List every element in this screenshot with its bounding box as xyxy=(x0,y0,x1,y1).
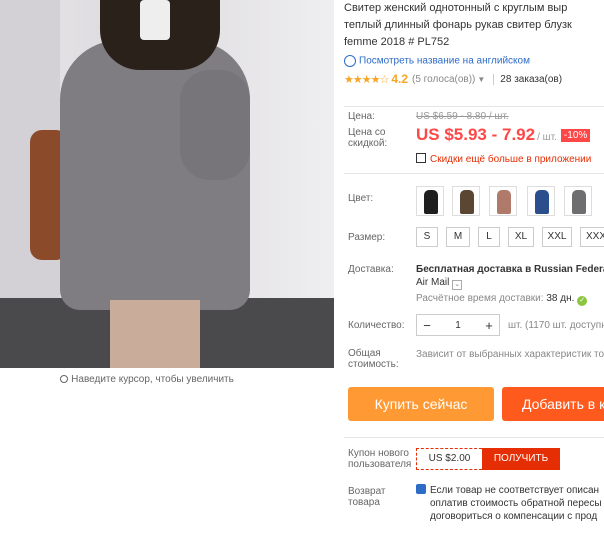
price-value: US $5.93 - 7.92 xyxy=(416,125,536,144)
app-discount-text[interactable]: Скидки ещё больше в приложении xyxy=(430,154,591,165)
eta-value: 38 дн. xyxy=(546,293,575,304)
swatch-fill xyxy=(424,190,438,214)
magnifier-icon xyxy=(60,375,69,383)
discount-price: US $5.93 - 7.92/ шт. -10% xyxy=(416,125,591,145)
product-info: Свитер женский однотонный с круглым выр … xyxy=(344,0,604,534)
color-swatch[interactable] xyxy=(489,186,517,216)
get-coupon-button[interactable]: ПОЛУЧИТЬ xyxy=(482,448,560,470)
returns-line: договориться о компенсации с прод xyxy=(430,511,598,522)
title-line: Свитер женский однотонный с круглым выр xyxy=(344,2,568,14)
rating-row: ★★★★☆ 4.2 (5 голоса(ов)) ▼ 28 заказа(ов) xyxy=(344,70,604,88)
product-image[interactable] xyxy=(0,0,334,368)
shipping-main-text[interactable]: Бесплатная доставка в Russian Federa xyxy=(416,264,604,275)
shipping-carrier-text: Air Mail xyxy=(416,277,450,288)
divider xyxy=(344,437,604,438)
add-to-cart-button[interactable]: Добавить в к xyxy=(502,387,604,421)
swatch-fill xyxy=(460,190,474,214)
minus-button[interactable]: − xyxy=(417,318,437,333)
title-line: теплый длинный фонарь рукав свитер блузк xyxy=(344,19,572,31)
color-swatch[interactable] xyxy=(416,186,444,216)
returns-line: Если товар не соответствует описан xyxy=(430,485,600,496)
total-label: Общая стоимость: xyxy=(348,348,399,370)
chevron-down-icon[interactable]: ▼ xyxy=(477,75,485,84)
returns-text: Если товар не соответствует описан оплат… xyxy=(416,484,602,523)
old-price: US $6.59 - 8.80 / шт. xyxy=(416,111,509,122)
app-discount[interactable]: Скидки ещё больше в приложении xyxy=(416,153,591,165)
size-option[interactable]: XXL xyxy=(542,227,572,247)
shipping-eta: Расчётное время доставки: 38 дн. ✓ xyxy=(416,293,588,306)
rating-votes[interactable]: (5 голоса(ов)) xyxy=(412,74,475,85)
price-label: Цена: xyxy=(348,111,375,122)
swatch-fill xyxy=(572,190,586,214)
size-label: Размер: xyxy=(348,232,386,243)
returns-label: Возврат товара xyxy=(348,486,386,508)
size-option[interactable]: XXX xyxy=(580,227,604,247)
quantity-available: шт. (1170 шт. доступн xyxy=(508,320,604,331)
size-option[interactable]: M xyxy=(446,227,470,247)
rating-stars-icon: ★★★★☆ xyxy=(344,73,389,86)
translate-link-text[interactable]: Посмотреть название на английском xyxy=(359,56,530,67)
plus-button[interactable]: + xyxy=(479,318,499,333)
rating-value: 4.2 xyxy=(391,72,408,86)
shipping-label: Доставка: xyxy=(348,264,394,275)
color-swatch[interactable] xyxy=(527,186,555,216)
discount-badge: -10% xyxy=(560,129,591,142)
zoom-hint: Наведите курсор, чтобы увеличить xyxy=(0,374,294,385)
eta-label: Расчётное время доставки: xyxy=(416,293,544,304)
divider xyxy=(344,173,604,174)
shipping-carrier[interactable]: Air Mail ⌄ xyxy=(416,277,463,290)
total-value: Зависит от выбранных характеристик то xyxy=(416,349,604,360)
product-gallery: Наведите курсор, чтобы увеличить xyxy=(0,0,334,534)
coupon-amount: US $2.00 xyxy=(416,448,482,470)
buy-now-button[interactable]: Купить сейчас xyxy=(348,387,494,421)
title-line: femme 2018 # PL752 xyxy=(344,36,450,48)
photo-legs xyxy=(110,300,200,368)
shield-icon xyxy=(416,484,426,494)
color-label: Цвет: xyxy=(348,193,374,204)
coupon: US $2.00 ПОЛУЧИТЬ xyxy=(416,448,560,470)
color-swatch[interactable] xyxy=(564,186,592,216)
photo-sleeve xyxy=(180,70,250,180)
old-price-value: US $6.59 - 8.80 / шт. xyxy=(416,111,509,122)
size-option[interactable]: S xyxy=(416,227,438,247)
product-title: Свитер женский однотонный с круглым выр … xyxy=(344,0,604,51)
translate-link[interactable]: Посмотреть название на английском xyxy=(344,55,604,67)
zoom-hint-text: Наведите курсор, чтобы увеличить xyxy=(71,374,234,385)
quantity-label: Количество: xyxy=(348,320,405,331)
photo-phone xyxy=(140,0,170,40)
qr-code-icon xyxy=(416,153,426,163)
color-swatch[interactable] xyxy=(452,186,480,216)
check-icon: ✓ xyxy=(577,296,588,306)
returns-line: оплатив стоимость обратной пересы xyxy=(430,498,602,509)
shipping-main[interactable]: Бесплатная доставка в Russian Federa xyxy=(416,264,604,275)
swatch-fill xyxy=(535,190,549,214)
size-option[interactable]: L xyxy=(478,227,500,247)
size-option[interactable]: XL xyxy=(508,227,534,247)
swatch-fill xyxy=(497,190,511,214)
quantity-stepper[interactable]: − 1 + xyxy=(416,314,500,336)
price-unit: / шт. xyxy=(537,132,557,143)
divider xyxy=(344,106,604,107)
discount-price-label: Цена со скидкой: xyxy=(348,127,388,149)
chevron-down-icon[interactable]: ⌄ xyxy=(452,280,463,290)
quantity-value[interactable]: 1 xyxy=(437,320,479,331)
translate-icon xyxy=(344,55,356,67)
orders-count: 28 заказа(ов) xyxy=(493,73,562,85)
coupon-label: Купон нового пользователя xyxy=(348,448,412,470)
